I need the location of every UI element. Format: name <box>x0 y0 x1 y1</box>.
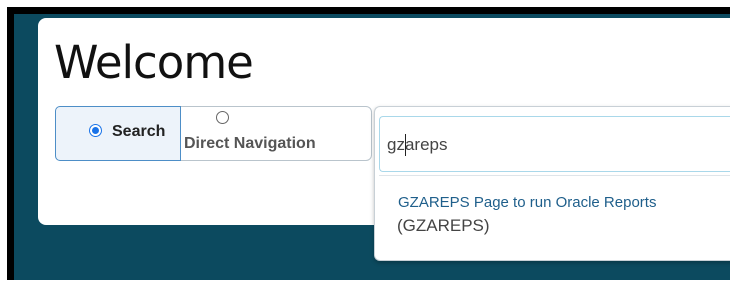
search-results-list: GZAREPS Page to run Oracle Reports (GZAR… <box>379 175 730 257</box>
search-input[interactable]: gzareps <box>379 116 730 172</box>
result-title[interactable]: GZAREPS Page to run Oracle Reports <box>398 194 656 212</box>
search-panel: gzareps GZAREPS Page to run Oracle Repor… <box>374 106 730 261</box>
search-radio[interactable] <box>89 124 102 137</box>
result-code: (GZAREPS) <box>397 216 490 235</box>
direct-navigation-radio[interactable] <box>216 111 229 124</box>
text-cursor <box>405 134 406 156</box>
search-result-item[interactable]: GZAREPS Page to run Oracle Reports (GZAR… <box>379 176 730 256</box>
direct-navigation-label[interactable]: Direct Navigation <box>184 135 316 153</box>
navigation-mode-selector: Search Direct Navigation <box>55 106 372 161</box>
page-title: Welcome <box>54 36 254 89</box>
search-input-value: gzareps <box>387 135 448 154</box>
search-option-label[interactable]: Search <box>112 123 165 141</box>
search-mode-option[interactable]: Search <box>55 106 181 161</box>
